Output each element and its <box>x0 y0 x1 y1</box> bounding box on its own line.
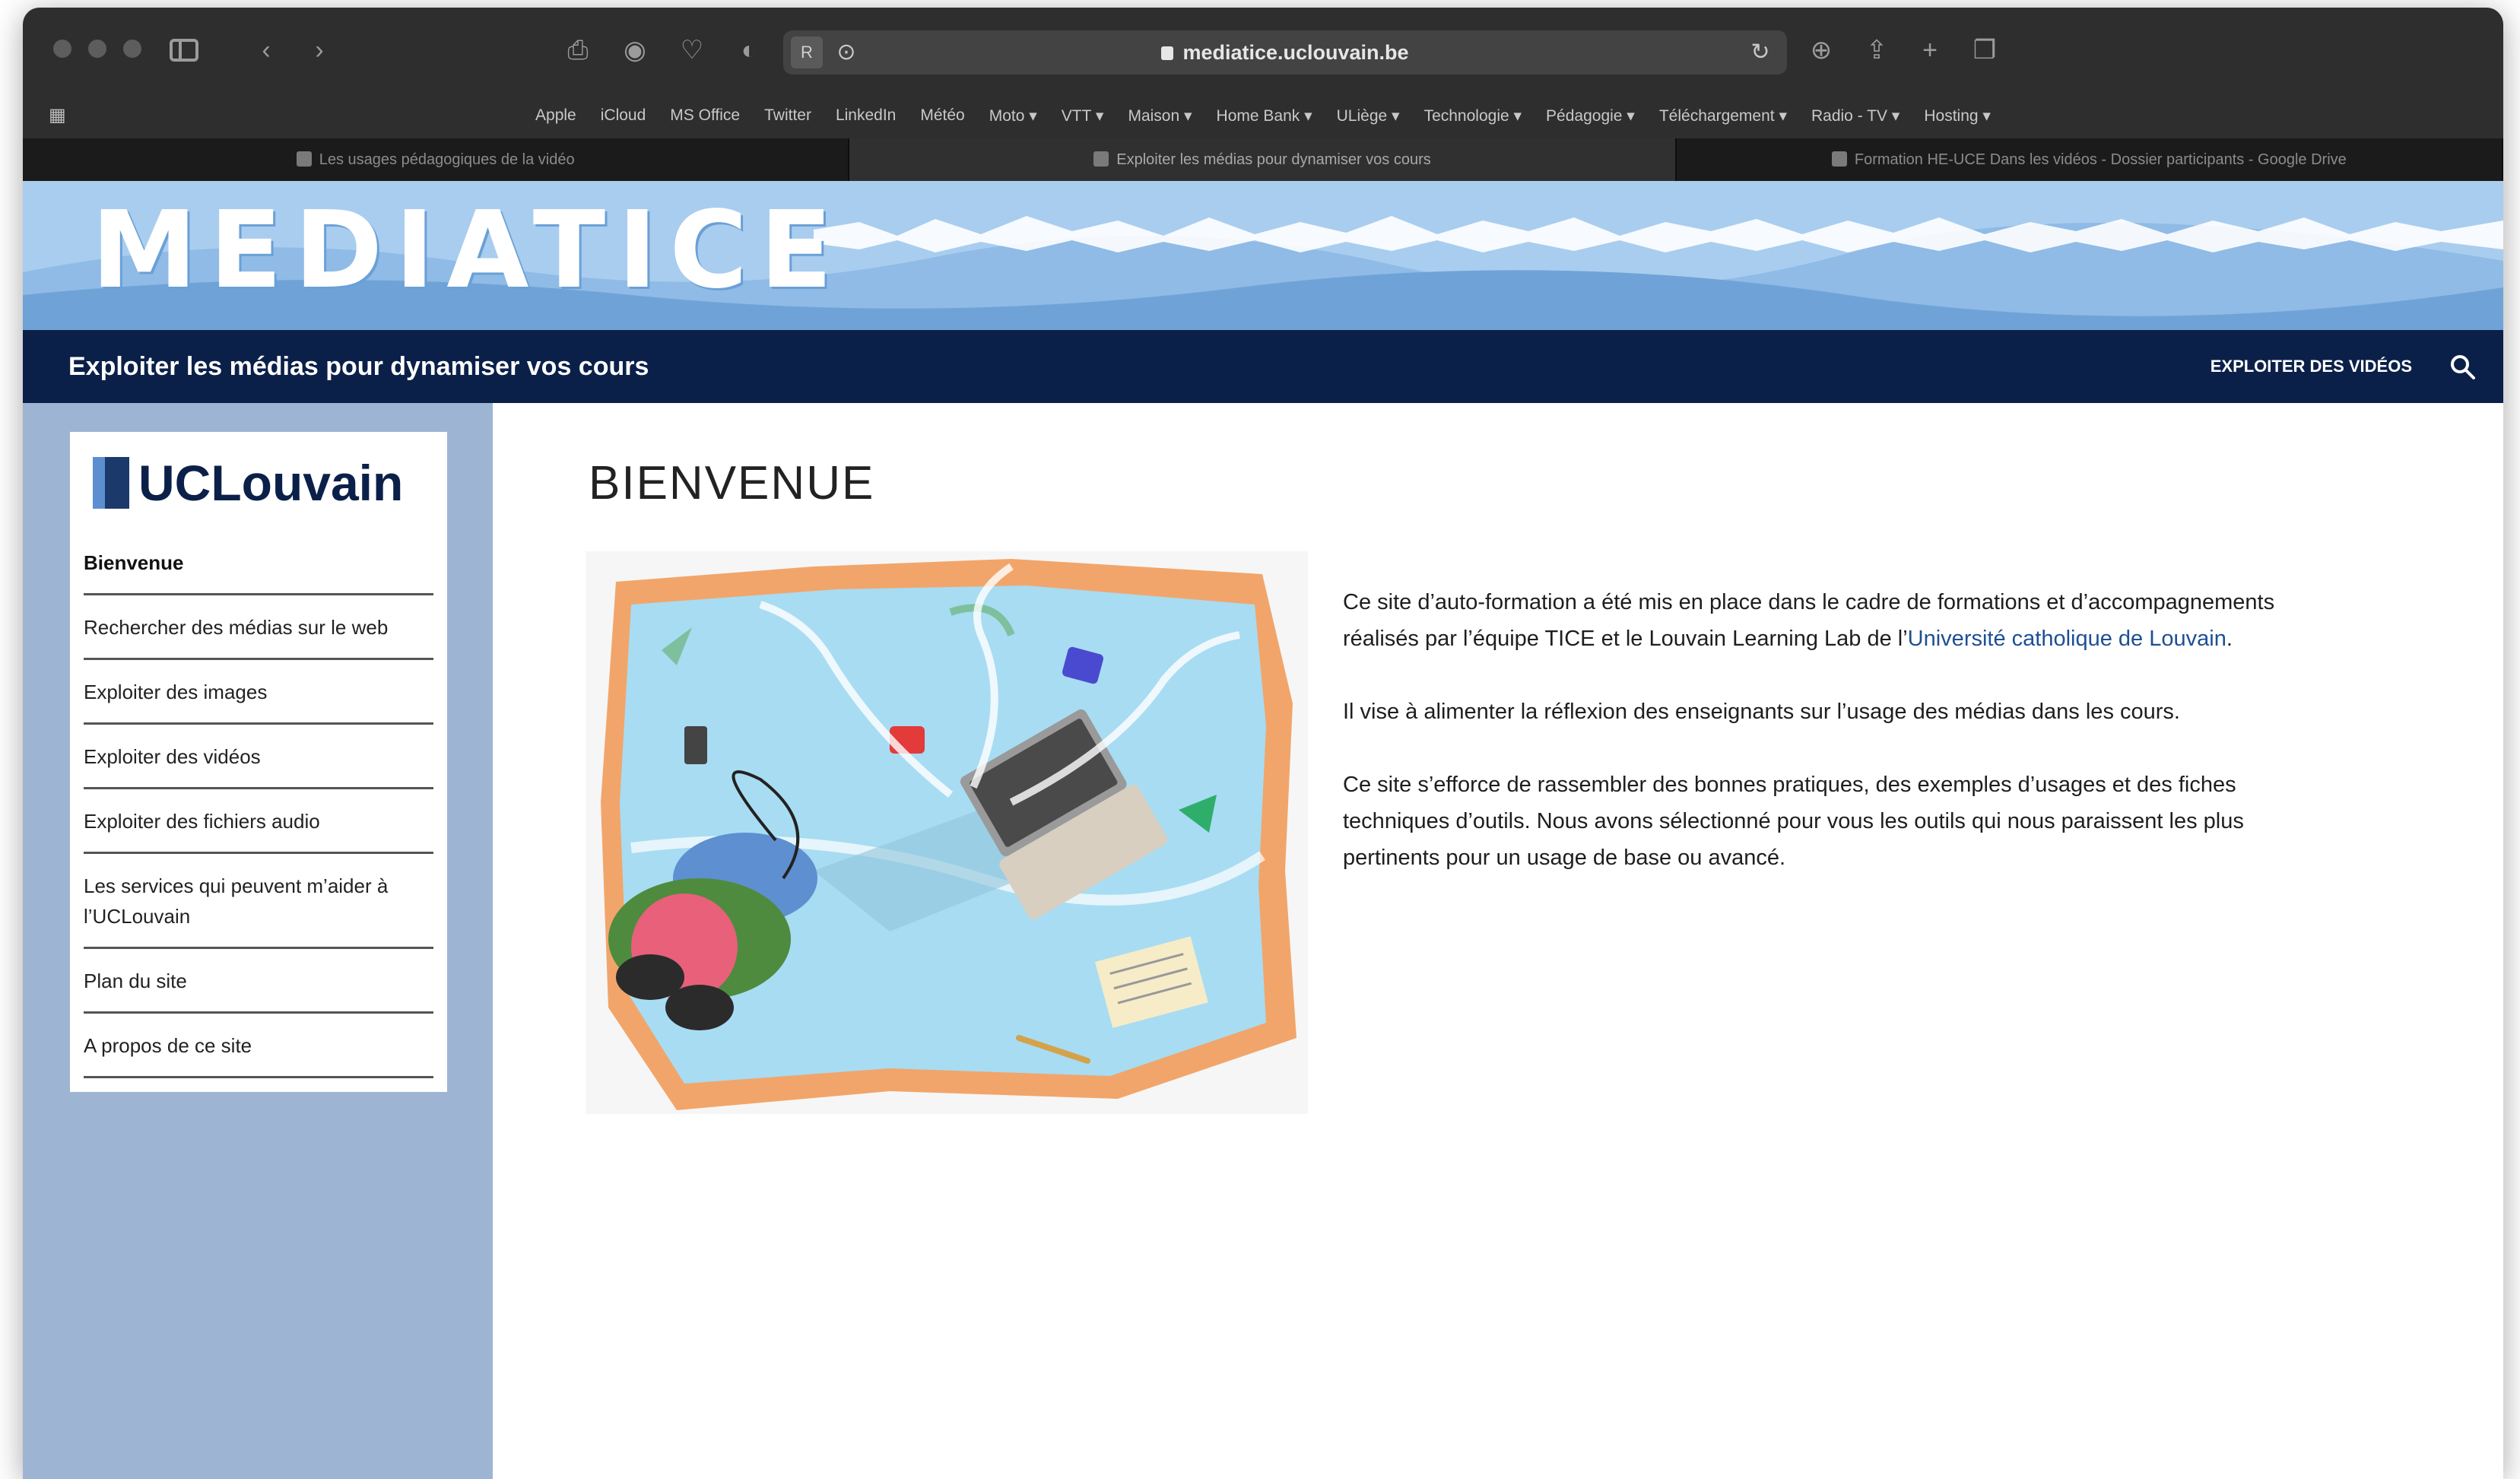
minimize-window-button[interactable] <box>88 40 106 58</box>
browser-toolbar: ‹ › ⎙ ◉ ♡ ◐ R ⊙ mediatice.uclouvain.be ↻… <box>23 8 2503 93</box>
sidebar-item-rechercher[interactable]: Rechercher des médias sur le web <box>84 595 433 660</box>
favorite-folder[interactable]: Moto ▾ <box>989 106 1037 125</box>
tab-overview-icon[interactable]: ❐ <box>1969 35 2000 65</box>
favorite-folder[interactable]: Pédagogie ▾ <box>1546 106 1635 125</box>
favorite-link[interactable]: Twitter <box>764 106 811 125</box>
favorite-link[interactable]: Apple <box>535 106 576 125</box>
hero-illustration <box>586 551 1308 1114</box>
zoom-window-button[interactable] <box>123 40 141 58</box>
address-bar[interactable]: R ⊙ mediatice.uclouvain.be ↻ <box>783 30 1787 75</box>
favorite-folder[interactable]: Radio - TV ▾ <box>1811 106 1900 125</box>
favorites-list: Apple iCloud MS Office Twitter LinkedIn … <box>23 93 2503 138</box>
extension-pocket-icon[interactable]: ♡ <box>677 35 707 65</box>
download-icon[interactable]: ⊕ <box>1806 35 1836 65</box>
uclouvain-logo[interactable]: UCLouvain <box>93 449 403 517</box>
window-controls <box>53 40 141 58</box>
browser-tab-active[interactable]: Exploiter les médias pour dynamiser vos … <box>849 138 1677 181</box>
forward-icon[interactable]: › <box>304 35 335 65</box>
sidebar-item-videos[interactable]: Exploiter des vidéos <box>84 725 433 789</box>
favorite-link[interactable]: MS Office <box>670 106 740 125</box>
sidebar-card: UCLouvain Bienvenue Rechercher des média… <box>70 432 447 1092</box>
uclouvain-mark-icon <box>93 457 129 509</box>
lock-icon <box>1161 46 1174 60</box>
extension-printer-icon[interactable]: ⎙ <box>563 35 593 65</box>
favorite-folder[interactable]: VTT ▾ <box>1062 106 1104 125</box>
sidebar-item-services[interactable]: Les services qui peuvent m’aider à l’UCL… <box>84 854 433 949</box>
tab-favicon-icon <box>1093 151 1109 167</box>
tab-favicon-icon <box>296 151 312 167</box>
mediatice-logo[interactable]: MEDIATICE <box>91 189 845 313</box>
favorite-link[interactable]: LinkedIn <box>836 106 896 125</box>
extension-camera-icon[interactable]: ◉ <box>620 35 650 65</box>
sidebar: UCLouvain Bienvenue Rechercher des média… <box>23 403 493 1479</box>
browser-window: ‹ › ⎙ ◉ ♡ ◐ R ⊙ mediatice.uclouvain.be ↻… <box>23 8 2503 1479</box>
site-title[interactable]: Exploiter les médias pour dynamiser vos … <box>68 330 649 403</box>
new-tab-icon[interactable]: + <box>1915 35 1945 65</box>
intro-paragraph-2: Il vise à alimenter la réflexion des ens… <box>1343 700 2180 724</box>
page-title: BIENVENUE <box>589 457 875 509</box>
url-text: mediatice.uclouvain.be <box>1182 41 1409 64</box>
sidebar-toggle-icon[interactable] <box>169 35 199 65</box>
close-window-button[interactable] <box>53 40 71 58</box>
back-icon[interactable]: ‹ <box>251 35 281 65</box>
search-icon[interactable] <box>2449 353 2476 380</box>
favorites-bar: ▦ Apple iCloud MS Office Twitter LinkedI… <box>23 93 2503 138</box>
favorite-folder[interactable]: ULiège ▾ <box>1337 106 1400 125</box>
sidebar-menu: Bienvenue Rechercher des médias sur le w… <box>84 531 433 1078</box>
tab-bar: Les usages pédagogiques de la vidéo Expl… <box>23 138 2503 181</box>
favorite-folder[interactable]: Home Bank ▾ <box>1217 106 1312 125</box>
sidebar-item-bienvenue[interactable]: Bienvenue <box>84 531 433 595</box>
favorite-link[interactable]: iCloud <box>601 106 646 125</box>
google-drive-icon <box>1831 151 1847 167</box>
intro-text: Ce site d’auto-formation a été mis en pl… <box>1343 584 2339 912</box>
intro-paragraph-3: Ce site s’efforce de rassembler des bonn… <box>1343 773 2244 870</box>
sidebar-item-apropos[interactable]: A propos de ce site <box>84 1014 433 1078</box>
sidebar-item-plan[interactable]: Plan du site <box>84 949 433 1014</box>
site-header: Exploiter les médias pour dynamiser vos … <box>23 330 2503 403</box>
sidebar-item-audio[interactable]: Exploiter des fichiers audio <box>84 789 433 854</box>
site-banner: MEDIATICE <box>23 181 2503 330</box>
ucl-link[interactable]: Université catholique de Louvain <box>1908 627 2226 651</box>
main-content: BIENVENUE Ce site d’auto-formation a été… <box>493 403 2503 1479</box>
favorite-folder[interactable]: Technologie ▾ <box>1424 106 1522 125</box>
favorite-folder[interactable]: Hosting ▾ <box>1924 106 1991 125</box>
sidebar-item-images[interactable]: Exploiter des images <box>84 660 433 725</box>
browser-tab[interactable]: Les usages pédagogiques de la vidéo <box>23 138 850 181</box>
reload-icon[interactable]: ↻ <box>1746 38 1775 67</box>
nav-exploiter-videos[interactable]: EXPLOITER DES VIDÉOS <box>2211 330 2412 403</box>
favorite-folder[interactable]: Maison ▾ <box>1128 106 1192 125</box>
extension-shield-icon[interactable]: ◐ <box>734 35 764 65</box>
uclouvain-wordmark: UCLouvain <box>138 455 404 511</box>
browser-tab[interactable]: Formation HE-UCE Dans les vidéos - Dossi… <box>1677 138 2503 181</box>
favorite-folder[interactable]: Téléchargement ▾ <box>1659 106 1787 125</box>
favorite-link[interactable]: Météo <box>920 106 964 125</box>
intro-paragraph-1: Ce site d’auto-formation a été mis en pl… <box>1343 590 2275 651</box>
share-icon[interactable]: ⇪ <box>1861 35 1892 65</box>
